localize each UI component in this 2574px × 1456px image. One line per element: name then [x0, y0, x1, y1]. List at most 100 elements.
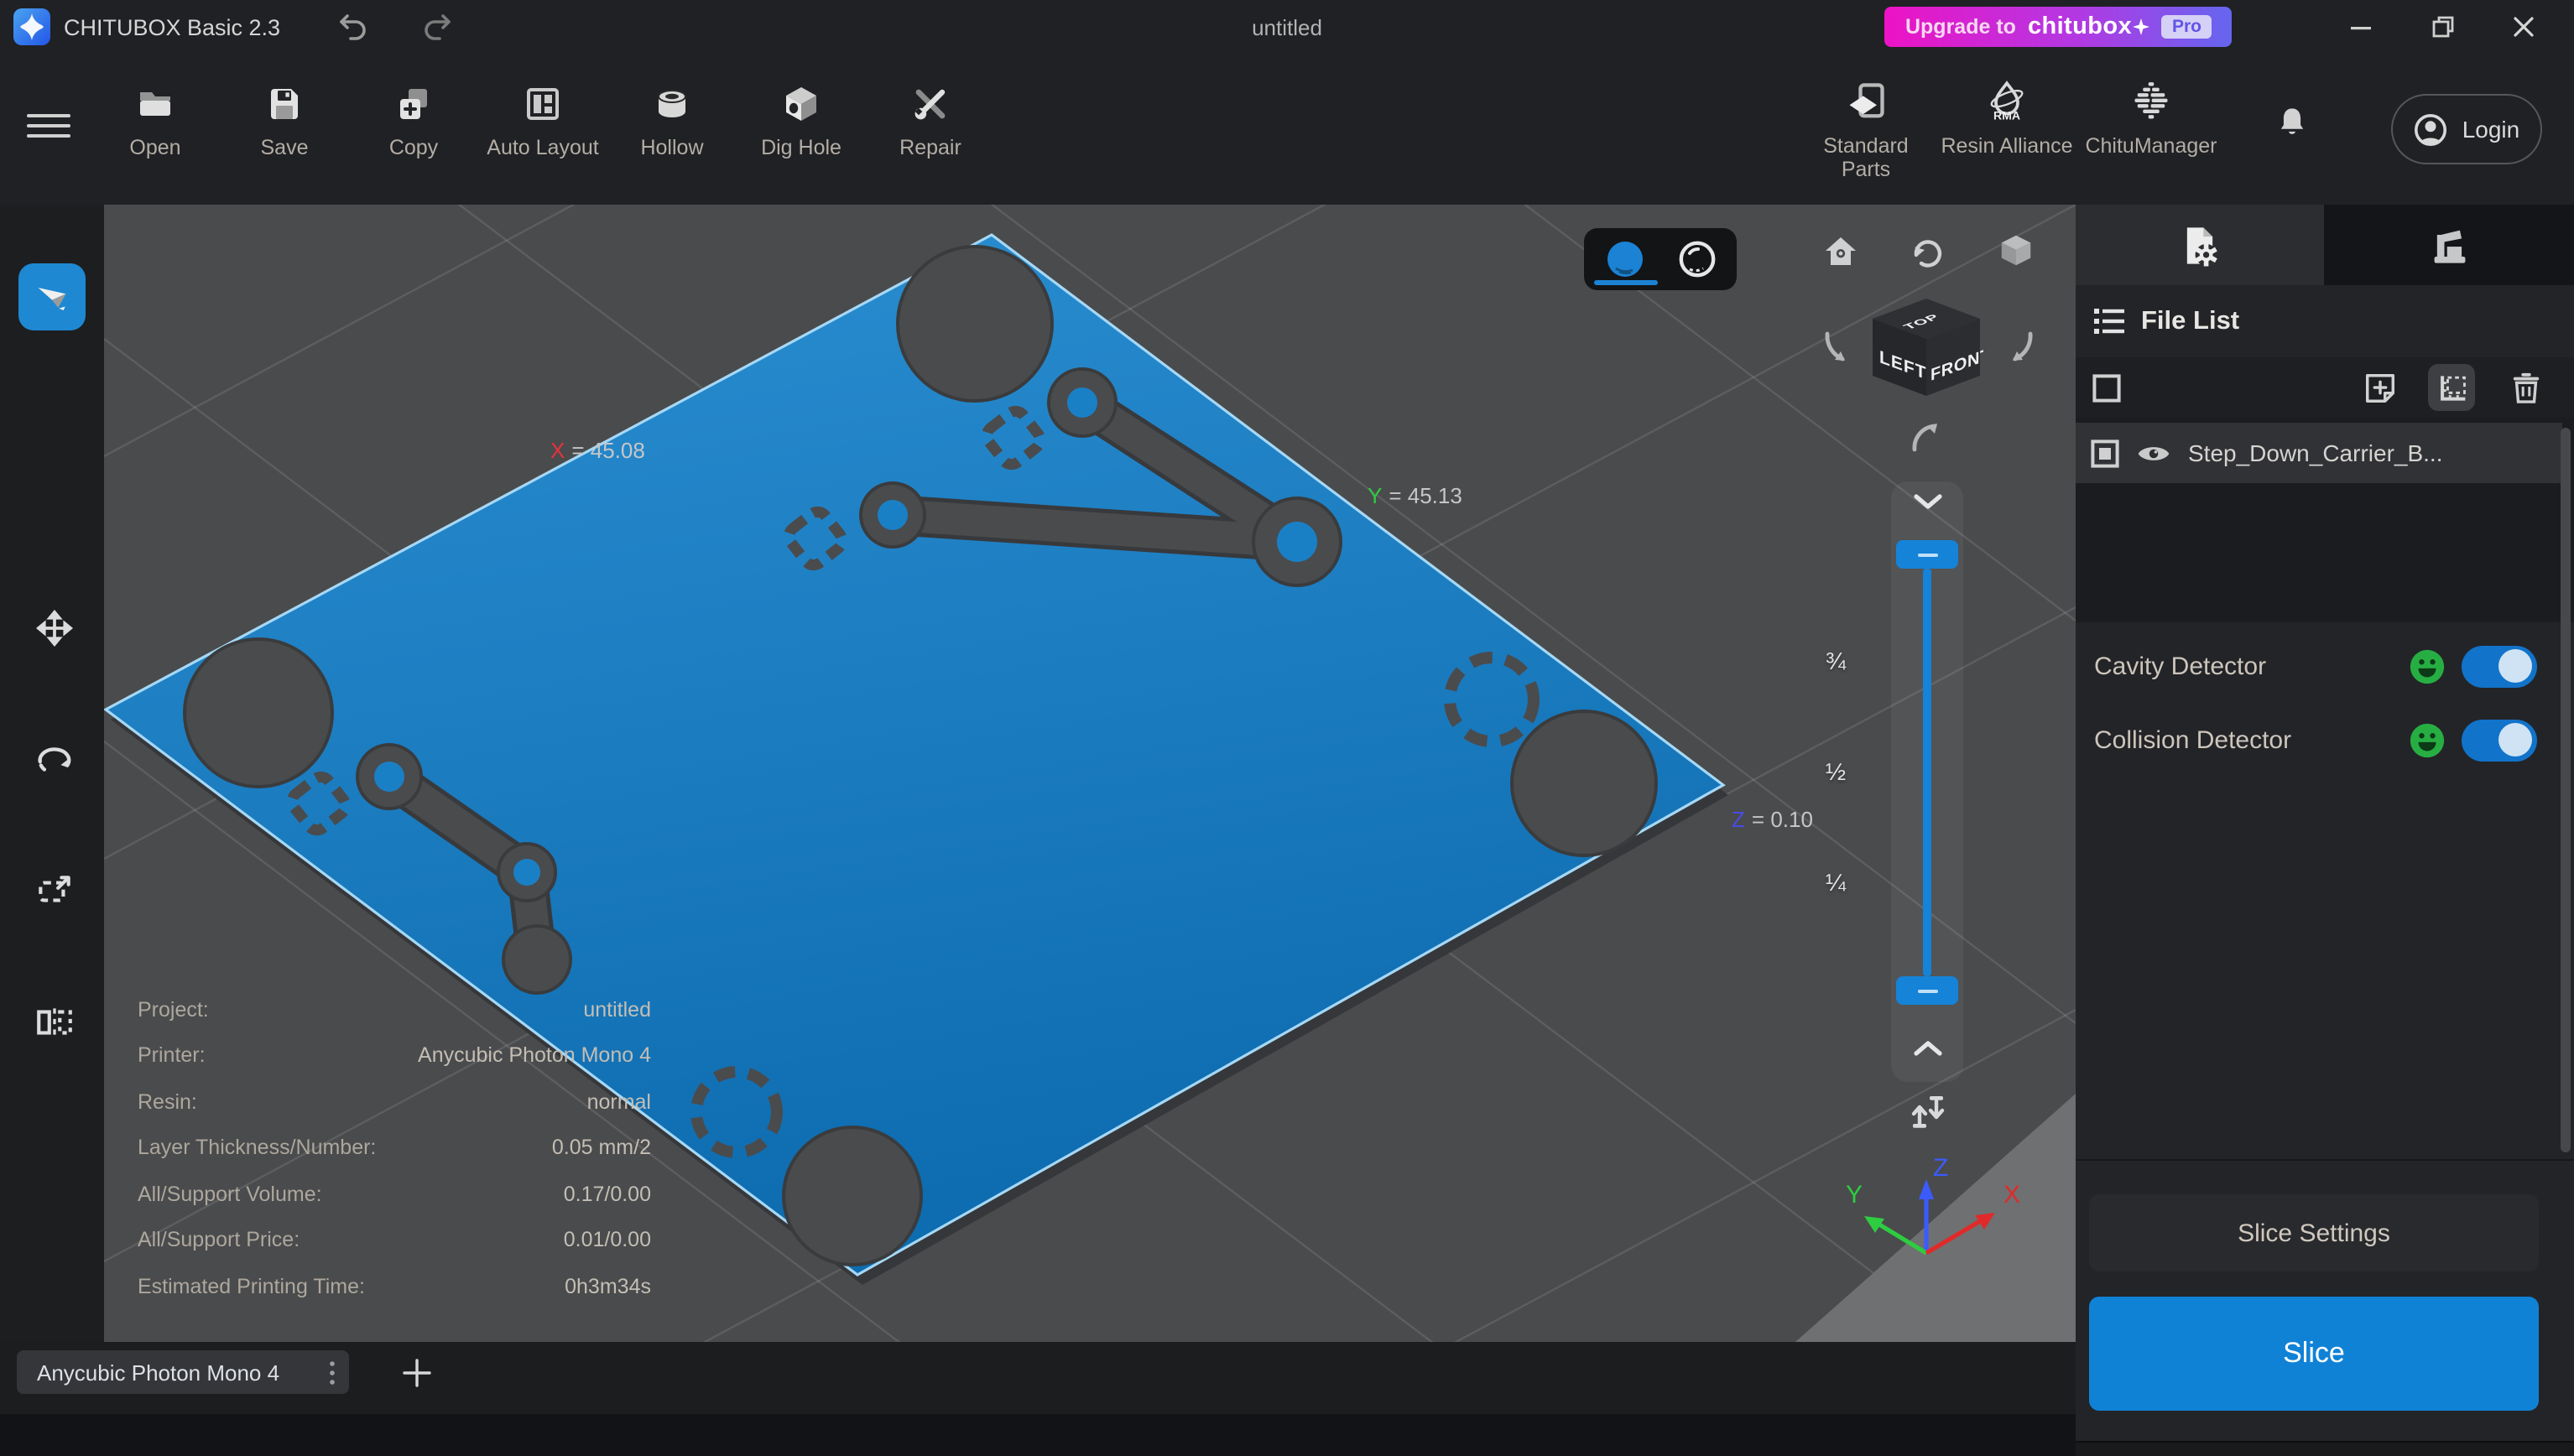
cube-icon [1997, 231, 2035, 270]
view-cube[interactable]: TOP LEFT FRONT [1869, 297, 1983, 398]
slider-collapse-chevron[interactable] [1906, 486, 1950, 517]
printer-tab[interactable]: Anycubic Photon Mono 4 [17, 1350, 349, 1394]
file-list-title: File List [2141, 306, 2239, 336]
viewport-3d[interactable]: X= 45.08 Y= 45.13 Z= 0.10 Project:untitl… [104, 205, 2076, 1342]
menu-button[interactable] [27, 104, 70, 148]
app-title: CHITUBOX Basic 2.3 [64, 0, 280, 54]
close-button[interactable] [2498, 7, 2549, 47]
hollow-button[interactable]: Hollow [607, 67, 737, 208]
list-icon [2094, 309, 2124, 334]
select-tool-button[interactable] [18, 263, 86, 330]
svg-text:Z: Z [1933, 1154, 1948, 1182]
resin-alliance-button[interactable]: RMA Resin Alliance [1935, 67, 2079, 221]
upgrade-prefix: Upgrade to [1905, 15, 2016, 39]
printer-3d-icon [2427, 222, 2471, 268]
left-tool-strip [0, 205, 104, 1342]
plus-icon [402, 1358, 430, 1386]
project-info: Project:untitled Printer:Anycubic Photon… [138, 986, 651, 1309]
mirror-tool-button[interactable] [32, 1000, 76, 1043]
login-button[interactable]: Login [2391, 94, 2542, 164]
layout-view-button[interactable] [2428, 364, 2475, 411]
chitumanager-button[interactable]: ChituManager [2079, 67, 2223, 221]
home-view-button[interactable] [1819, 230, 1861, 272]
save-button[interactable]: Save [220, 67, 349, 208]
rotate-right-arrow[interactable] [1997, 325, 2040, 369]
info-row: Resin:normal [138, 1079, 651, 1125]
file-name: Step_Down_Carrier_B... [2188, 439, 2443, 466]
axis-triad: Z Y X [1832, 1152, 2050, 1312]
minimize-icon [2349, 15, 2373, 39]
collision-detector-toggle[interactable] [2462, 719, 2537, 761]
restore-icon [2431, 15, 2455, 39]
printer-tab-bar: Anycubic Photon Mono 4 [0, 1342, 2076, 1414]
open-button[interactable]: Open [91, 67, 220, 208]
slider-label-half: ½ [1802, 760, 1846, 787]
minimize-button[interactable] [2336, 7, 2386, 47]
slider-expand-chevron[interactable] [1906, 1033, 1950, 1063]
visibility-eye-icon[interactable] [2136, 440, 2171, 465]
repair-button[interactable]: Repair [866, 67, 995, 208]
chitubox-wordmark: chitubox [2028, 13, 2150, 40]
star-icon [2134, 18, 2150, 35]
slice-settings-button[interactable]: Slice Settings [2089, 1194, 2539, 1271]
svg-text:X: X [2003, 1181, 2020, 1209]
slider-top-handle[interactable] [1896, 540, 1958, 569]
add-file-button[interactable] [2354, 362, 2405, 413]
rotate-tool-button[interactable] [32, 738, 76, 782]
login-label: Login [2462, 116, 2520, 143]
right-panel: File List Step_Down_Carrier_B... Cavit [2076, 205, 2574, 1441]
slider-label-three-quarters: ¾ [1802, 649, 1846, 676]
select-all-checkbox[interactable] [2092, 373, 2121, 402]
bottom-strip [0, 1414, 2076, 1456]
dig-hole-button[interactable]: Dig Hole [737, 67, 866, 208]
reset-rotation-button[interactable] [1904, 230, 1946, 272]
add-printer-button[interactable] [394, 1350, 438, 1394]
info-row: Printer:Anycubic Photon Mono 4 [138, 1032, 651, 1079]
auto-layout-button[interactable]: Auto Layout [478, 67, 607, 208]
redo-button[interactable] [418, 7, 458, 47]
status-ok-smiley-icon [2408, 720, 2446, 759]
rotate-left-arrow[interactable] [1817, 325, 1861, 369]
info-row: All/Support Volume:0.17/0.00 [138, 1171, 651, 1217]
cavity-detector-toggle[interactable] [2462, 645, 2537, 687]
file-list-row[interactable]: Step_Down_Carrier_B... [2076, 423, 2562, 483]
panel-scrollbar[interactable] [2561, 428, 2571, 1152]
dig-hole-icon [780, 84, 822, 124]
dimension-z: Z= 0.10 [1732, 807, 1813, 832]
rotate-ccw-icon [1905, 231, 1946, 271]
repair-icon [909, 84, 951, 124]
slice-button[interactable]: Slice [2089, 1297, 2539, 1411]
scale-tool-button[interactable] [32, 869, 76, 913]
upgrade-to-pro-button[interactable]: Upgrade to chitubox Pro [1885, 7, 2232, 47]
xray-view-icon [1678, 240, 1717, 278]
auto-layout-icon [522, 84, 564, 124]
copy-button[interactable]: Copy [349, 67, 478, 208]
collision-detector-row: Collision Detector [2076, 716, 2574, 763]
slider-bottom-handle[interactable] [1896, 976, 1958, 1005]
tab-file-settings[interactable] [2076, 205, 2324, 285]
perspective-toggle-button[interactable] [1995, 230, 2037, 272]
delete-file-button[interactable] [2502, 364, 2549, 411]
main-toolbar: Open Save Copy Auto Layout Hollow Dig Ho… [0, 54, 2574, 205]
standard-parts-button[interactable]: Standard Parts [1794, 67, 1938, 221]
status-ok-smiley-icon [2408, 647, 2446, 685]
copy-icon [393, 84, 435, 124]
mirror-icon [33, 1001, 75, 1043]
info-row: Layer Thickness/Number:0.05 mm/2 [138, 1125, 651, 1171]
printer-tab-label: Anycubic Photon Mono 4 [37, 1360, 279, 1385]
slider-range-flip-button[interactable] [1903, 1090, 1953, 1134]
tab-printer-settings[interactable] [2324, 205, 2574, 285]
redo-icon [421, 10, 455, 44]
home-icon [1820, 231, 1860, 271]
rotate-down-arrow[interactable] [1904, 413, 1948, 456]
kebab-menu-icon[interactable] [329, 1360, 336, 1385]
save-icon [263, 84, 305, 124]
notifications-button[interactable] [2269, 97, 2316, 144]
restore-button[interactable] [2418, 7, 2468, 47]
file-checkbox-checked[interactable] [2091, 439, 2119, 467]
undo-button[interactable] [332, 7, 373, 47]
resin-alliance-icon: RMA [1985, 81, 2029, 124]
dimension-y: Y= 45.13 [1368, 483, 1462, 508]
move-tool-button[interactable] [32, 606, 76, 649]
file-list-toolbar [2076, 357, 2574, 418]
